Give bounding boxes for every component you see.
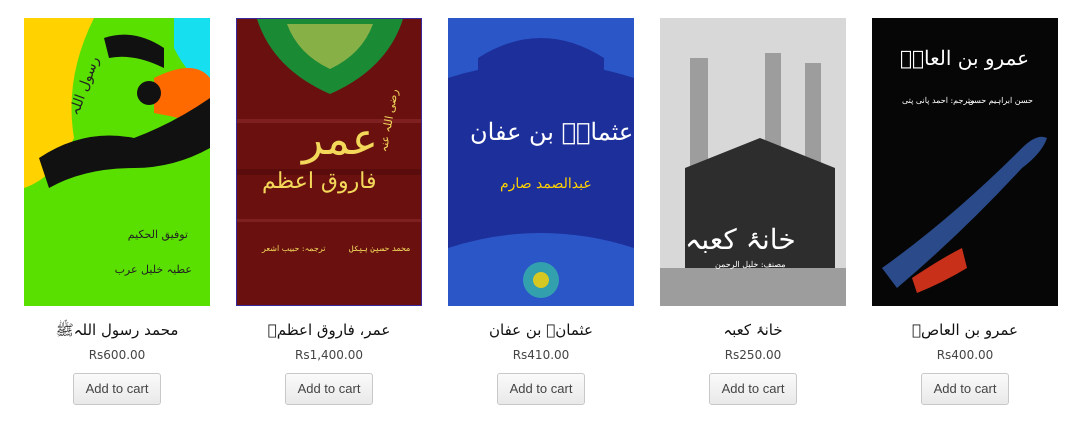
cover-author: مصنف: خلیل الرحمن bbox=[715, 260, 786, 269]
product-price: Rs600.00 bbox=[88, 348, 146, 362]
product-title[interactable]: خانۂ کعبہ bbox=[660, 320, 846, 340]
cover-title: خانۂ کعبہ bbox=[685, 223, 796, 256]
add-to-cart-button[interactable]: Add to cart bbox=[496, 373, 586, 405]
product-card: عثمانؓ بن عفان عبدالصمد صارم عثمانؓ بن ع… bbox=[448, 18, 634, 405]
book-cover-image[interactable]: خانۂ کعبہ مصنف: خلیل الرحمن bbox=[660, 18, 846, 306]
product-price: Rs250.00 bbox=[724, 348, 782, 362]
cover-translator: عطیہ خلیل عرب bbox=[114, 263, 192, 276]
product-price: Rs410.00 bbox=[512, 348, 570, 362]
product-card: عمرو بن العاصؓ حسن ابراہیم حسن مترجم: اح… bbox=[872, 18, 1058, 405]
book-cover-image[interactable]: عثمانؓ بن عفان عبدالصمد صارم bbox=[448, 18, 634, 306]
product-title[interactable]: عثمانؓ بن عفان bbox=[448, 320, 634, 340]
cover-author: محمد حسین ہیکل bbox=[349, 244, 411, 253]
cover-translator: ترجمہ: حبیب اشعر bbox=[262, 244, 326, 253]
cover-author: توفیق الحکیم bbox=[127, 228, 188, 241]
add-to-cart-button[interactable]: Add to cart bbox=[708, 373, 798, 405]
product-price: Rs400.00 bbox=[936, 348, 994, 362]
product-grid: رسول اللہ توفیق الحکیم عطیہ خلیل عرب محم… bbox=[0, 0, 1082, 425]
cover-title: عمر bbox=[302, 114, 378, 165]
book-cover-image[interactable]: عمرو بن العاصؓ حسن ابراہیم حسن مترجم: اح… bbox=[872, 18, 1058, 306]
add-to-cart-button[interactable]: Add to cart bbox=[920, 373, 1010, 405]
book-cover-image[interactable]: رضی اللہ عنہ عمر فاروق اعظم محمد حسین ہی… bbox=[236, 18, 422, 306]
add-to-cart-button[interactable]: Add to cart bbox=[72, 373, 162, 405]
cover-title: عمرو بن العاصؓ bbox=[900, 46, 1030, 70]
cover-art bbox=[448, 18, 634, 306]
cover-translator: مترجم: احمد پانی پتی bbox=[902, 96, 975, 105]
cover-title: عثمانؓ بن عفان bbox=[470, 118, 634, 146]
cover-title-line2: فاروق اعظم bbox=[262, 169, 377, 194]
product-title[interactable]: عمرو بن العاصؓ bbox=[872, 320, 1058, 340]
add-to-cart-button[interactable]: Add to cart bbox=[284, 373, 374, 405]
cover-author: عبدالصمد صارم bbox=[500, 176, 592, 192]
book-cover-image[interactable]: رسول اللہ توفیق الحکیم عطیہ خلیل عرب bbox=[24, 18, 210, 306]
product-title[interactable]: عمر، فاروق اعظمؓ bbox=[236, 320, 422, 340]
product-card: خانۂ کعبہ مصنف: خلیل الرحمن خانۂ کعبہ Rs… bbox=[660, 18, 846, 405]
product-card: رضی اللہ عنہ عمر فاروق اعظم محمد حسین ہی… bbox=[236, 18, 422, 405]
product-title[interactable]: محمد رسول اللہﷺ bbox=[24, 320, 210, 340]
cover-author: حسن ابراہیم حسن bbox=[968, 96, 1033, 105]
product-card: رسول اللہ توفیق الحکیم عطیہ خلیل عرب محم… bbox=[24, 18, 210, 405]
product-price: Rs1,400.00 bbox=[294, 348, 364, 362]
